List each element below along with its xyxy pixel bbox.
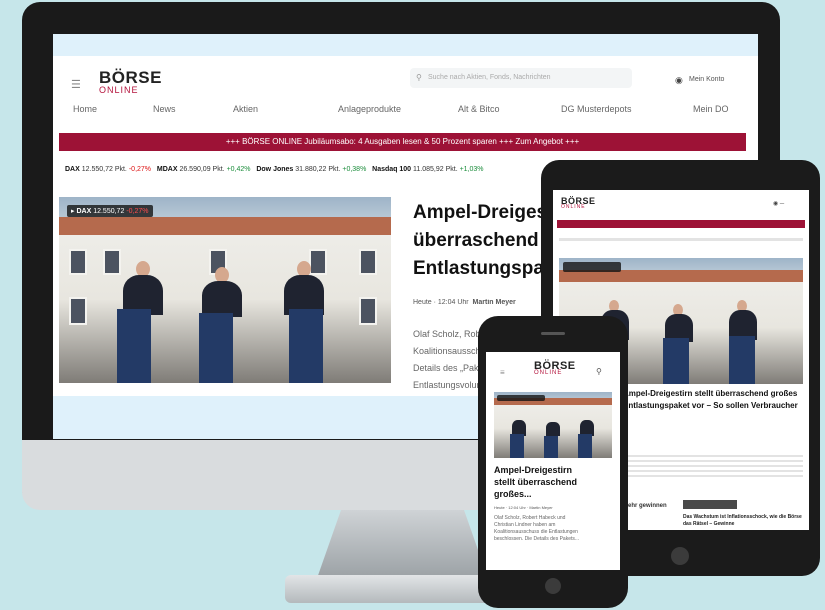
tablet-home-button xyxy=(671,547,689,565)
headline-line: stellt überraschend xyxy=(494,477,578,487)
photo-window xyxy=(69,297,87,325)
photo-podium xyxy=(510,434,524,458)
tablet-teaser-lines xyxy=(623,452,803,480)
phone-headline[interactable]: Ampel-Dreigestirn stellt überraschend gr… xyxy=(494,464,612,500)
headline-line: großes... xyxy=(494,489,532,499)
headline-line: Entlastungspaket vor xyxy=(413,258,553,279)
article-date: Heute · 12:04 Uhr xyxy=(413,299,469,306)
tablet-cta-label[interactable]: Mehr gewinnen xyxy=(623,503,667,509)
photo-roof xyxy=(59,217,391,235)
tablet-logo[interactable]: BÖRSE ONLINE xyxy=(561,196,596,210)
promo-banner[interactable]: +++ BÖRSE ONLINE Jubiläumsabo: 4 Ausgabe… xyxy=(59,133,746,151)
phone-meta: Heute · 12:04 Uhr · Martin Meyer xyxy=(494,505,553,510)
headline-line: Ampel-Dreigestirn stellt xyxy=(413,202,553,223)
photo-podium xyxy=(578,434,592,458)
article-meta: Heute · 12:04 Uhr Martin Meyer xyxy=(413,299,553,306)
search-placeholder: Suche nach Aktien, Fonds, Nachrichten xyxy=(428,74,551,81)
photo-window xyxy=(103,249,121,275)
tablet-user-icon[interactable]: ◉ ─ xyxy=(773,200,784,207)
photo-window xyxy=(359,249,377,275)
tablet-teaser[interactable]: Das Wachstum ist Inflationsschock, wie d… xyxy=(683,514,807,528)
hero-photo[interactable]: ▸ DAX 12.550,72 -0,27% xyxy=(59,197,391,383)
search-icon: ⚲ xyxy=(416,73,422,82)
phone-dax-badge xyxy=(497,395,545,401)
phone-hero-photo[interactable] xyxy=(494,392,612,458)
ticker-item[interactable]: DAX 12.550,72 Pkt. -0,27% xyxy=(65,166,151,173)
phone-speaker xyxy=(541,332,565,335)
ticker-bar: DAX 12.550,72 Pkt. -0,27% MDAX 26.590,09… xyxy=(65,166,484,173)
nav-home[interactable]: Home xyxy=(73,104,97,114)
headline-line: Ampel-Dreigestirn stellt überraschend gr… xyxy=(623,389,798,398)
teaser-line: beschlossen. Die Details des Pakets... xyxy=(494,536,580,542)
photo-podium xyxy=(544,436,558,458)
ticker-item[interactable]: Nasdaq 100 11.085,92 Pkt. +1,03% xyxy=(372,166,483,173)
photo-podium xyxy=(199,313,233,383)
photo-person xyxy=(546,422,560,436)
photo-window xyxy=(69,249,87,275)
teaser-line: Koalitionsausschuss die Entlastungen xyxy=(494,529,578,535)
phone-teaser: Olaf Scholz, Robert Habeck und Christian… xyxy=(494,515,612,543)
photo-window xyxy=(309,249,327,275)
photo-person xyxy=(202,281,242,317)
ticker-item[interactable]: Dow Jones 31.880,22 Pkt. +0,38% xyxy=(256,166,366,173)
photo-podium xyxy=(663,338,689,384)
headline-line: überraschend großes xyxy=(413,230,553,251)
site-header: ☰ BÖRSE ONLINE ⚲ Suche nach Aktien, Fond… xyxy=(53,56,758,128)
teaser-line: Olaf Scholz, Robert Habeck und xyxy=(494,515,566,521)
tablet-ticker-bar xyxy=(559,238,803,241)
phone-screen: ≡ BÖRSE ONLINE ⚲ Ampel-Dreigestirn stell… xyxy=(486,352,620,570)
tablet-headline[interactable]: Ampel-Dreigestirn stellt überraschend gr… xyxy=(623,388,805,412)
teaser-line: Christian Lindner haben am xyxy=(494,522,556,528)
menu-icon[interactable]: ☰ xyxy=(71,78,81,91)
tablet-promo-banner[interactable] xyxy=(557,220,805,228)
phone-search-icon[interactable]: ⚲ xyxy=(596,367,602,376)
phone-home-button xyxy=(545,578,561,594)
hero-headline[interactable]: Ampel-Dreigestirn stellt überraschend gr… xyxy=(413,199,553,283)
headline-line: Entlastungspaket vor – So sollen Verbrau… xyxy=(623,401,798,410)
nav-aktien[interactable]: Aktien xyxy=(233,104,258,114)
photo-podium xyxy=(289,309,323,383)
phone-logo[interactable]: BÖRSE ONLINE xyxy=(534,360,576,376)
user-icon[interactable]: ◉ xyxy=(675,75,683,86)
dax-badge: ▸ DAX 12.550,72 -0,27% xyxy=(67,205,153,217)
nav-musterdepots[interactable]: DG Musterdepots xyxy=(561,104,632,114)
site-logo[interactable]: BÖRSE ONLINE xyxy=(99,68,162,95)
account-link[interactable]: Mein Konto xyxy=(689,76,724,83)
article-author[interactable]: Martin Meyer xyxy=(473,299,516,306)
monitor-stand xyxy=(316,510,489,580)
browser-top-strip xyxy=(53,34,758,56)
nav-anlageprodukte[interactable]: Anlageprodukte xyxy=(338,104,401,114)
nav-news[interactable]: News xyxy=(153,104,176,114)
search-box[interactable]: ⚲ Suche nach Aktien, Fonds, Nachrichten xyxy=(410,68,632,88)
nav-mein-do[interactable]: Mein DO xyxy=(693,104,729,114)
tablet-cta-button[interactable] xyxy=(683,500,737,509)
ticker-item[interactable]: MDAX 26.590,09 Pkt. +0,42% xyxy=(157,166,251,173)
nav-alt-bitco[interactable]: Alt & Bitco xyxy=(458,104,500,114)
phone-menu-icon[interactable]: ≡ xyxy=(500,368,505,377)
photo-podium xyxy=(117,309,151,383)
tablet-dax-badge xyxy=(563,262,621,272)
photo-podium xyxy=(729,336,755,384)
photo-window xyxy=(359,297,377,325)
headline-line: Ampel-Dreigestirn xyxy=(494,465,573,475)
